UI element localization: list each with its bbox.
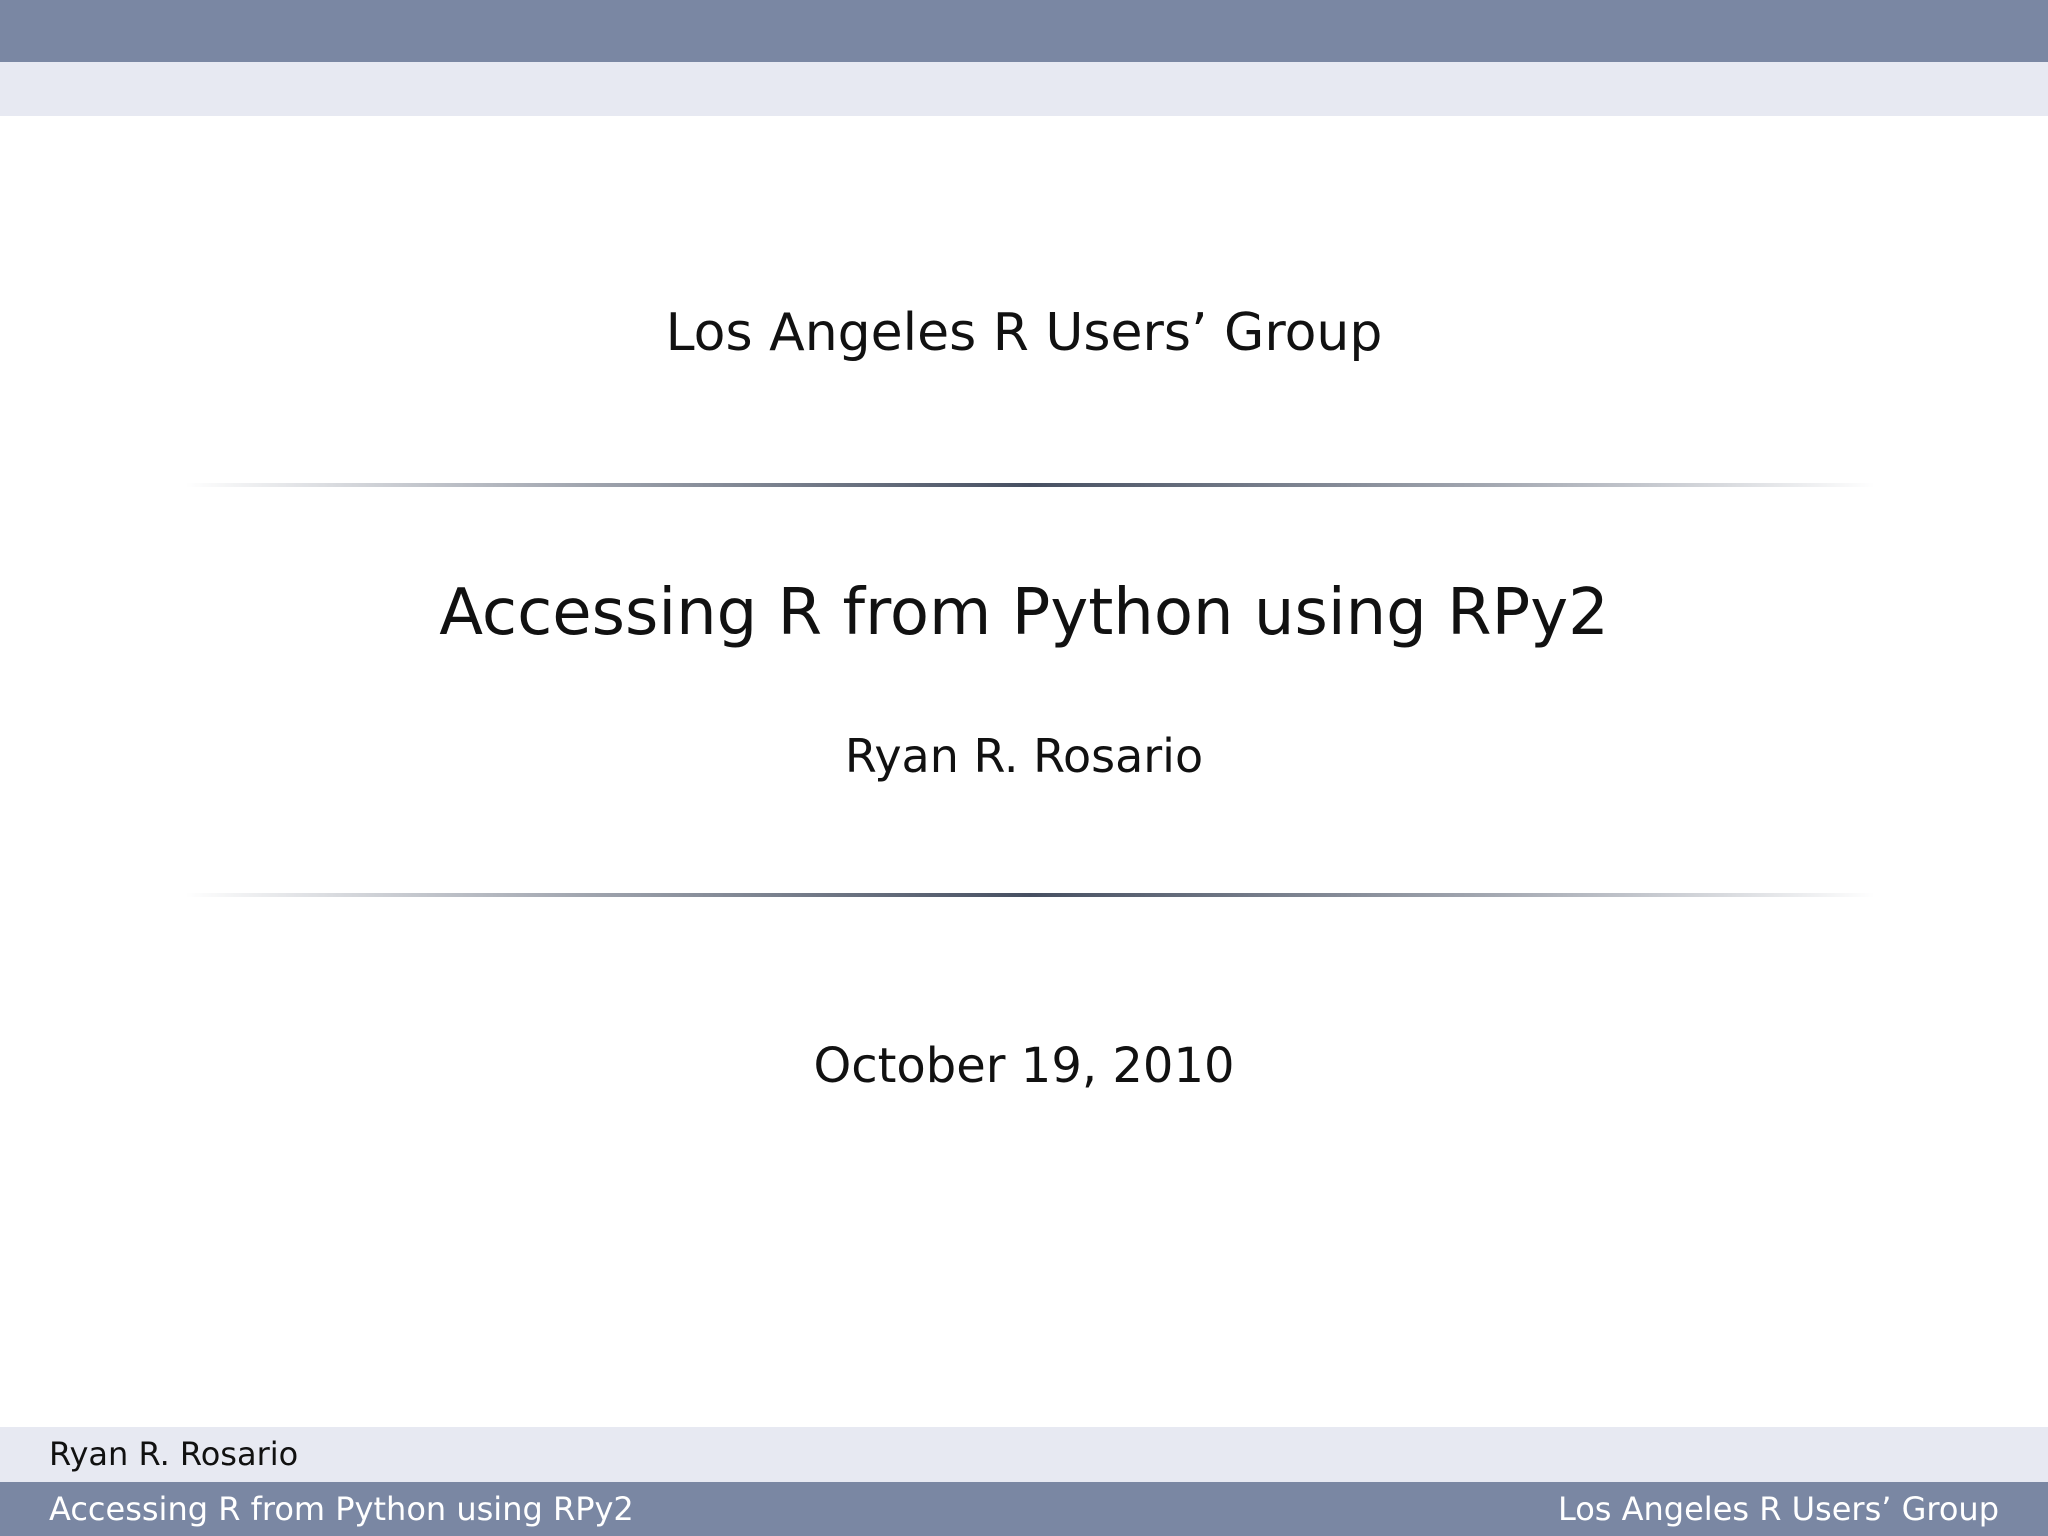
slide-title: Accessing R from Python using RPy2 [439, 576, 1609, 650]
header-subbar [0, 62, 2048, 116]
footer-institute: Los Angeles R Users’ Group [1557, 1490, 1999, 1528]
header-bar [0, 0, 2048, 62]
footer-author: Ryan R. Rosario [49, 1435, 299, 1473]
title-divider-bottom [185, 893, 1875, 897]
presentation-date: October 19, 2010 [813, 1038, 1235, 1094]
footer-title: Accessing R from Python using RPy2 [49, 1490, 634, 1528]
title-divider-top [185, 483, 1875, 487]
footer-author-bar [0, 1427, 2048, 1482]
author-name: Ryan R. Rosario [844, 729, 1204, 783]
institute-label: Los Angeles R Users’ Group [665, 303, 1383, 363]
